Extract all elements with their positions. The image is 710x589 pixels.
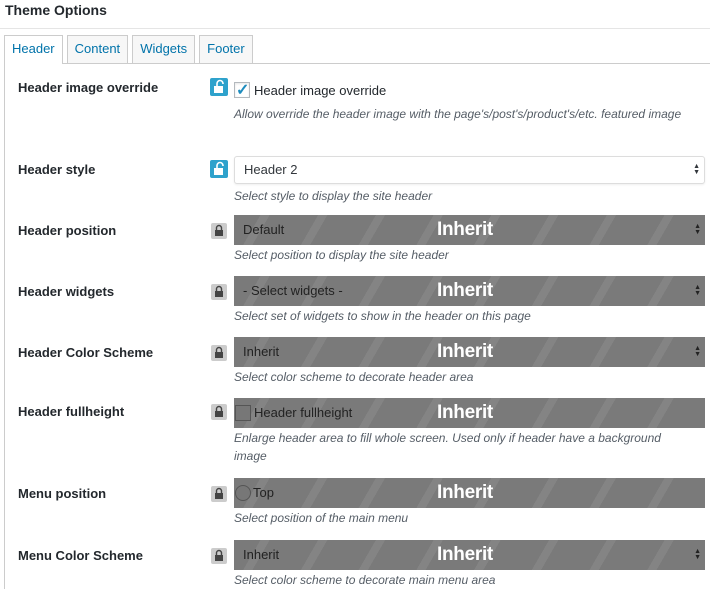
header-widgets-select[interactable]: - Select widgets - Inherit ▲ ▼	[234, 276, 705, 306]
row-header-widgets: Header widgets - Select widgets - Inheri…	[5, 276, 710, 323]
row-header-fullheight: Header fullheight Header fullheight Inhe…	[5, 398, 710, 463]
checkbox-box	[235, 405, 251, 421]
checkmark-icon: ✓	[236, 82, 250, 99]
page-title: Theme Options	[5, 2, 107, 18]
field-label: Menu Color Scheme	[18, 548, 143, 563]
lock-icon[interactable]	[211, 486, 227, 502]
field-label: Header Color Scheme	[18, 345, 154, 360]
lock-icon[interactable]	[211, 223, 227, 239]
header-fullheight-checkbox[interactable]: Header fullheight Inherit	[234, 398, 705, 428]
inherit-overlay-label: Inherit	[437, 544, 493, 565]
header-style-select[interactable]: Header 2 ▲ ▼	[234, 156, 705, 184]
tab-content[interactable]: Content	[66, 35, 129, 63]
header-position-select[interactable]: Default Inherit ▲ ▼	[234, 215, 705, 245]
lock-icon[interactable]	[211, 404, 227, 420]
tab-bar: Header Content Widgets Footer	[4, 35, 257, 64]
radio-label: Top	[253, 485, 274, 500]
header-color-scheme-select[interactable]: Inherit Inherit ▲ ▼	[234, 337, 705, 367]
inherit-overlay-label: Inherit	[437, 280, 493, 301]
checkbox-label: Header fullheight	[254, 405, 353, 420]
select-arrows-icon: ▲ ▼	[694, 284, 701, 297]
select-arrows-icon: ▲ ▼	[694, 548, 701, 561]
inherit-overlay-label: Inherit	[437, 482, 493, 503]
header-tab-panel: Header image override ✓ Header image ove…	[4, 63, 710, 589]
title-divider	[0, 28, 710, 29]
row-header-position: Header position Default Inherit ▲ ▼ Selec…	[5, 215, 710, 262]
row-menu-position: Menu position Top Inherit Select positio…	[5, 478, 710, 525]
tab-footer[interactable]: Footer	[199, 35, 253, 63]
field-description: Enlarge header area to fill whole screen…	[234, 431, 661, 463]
unlock-icon[interactable]	[210, 160, 228, 178]
select-value: - Select widgets -	[243, 283, 343, 298]
select-value: Inherit	[243, 344, 280, 359]
header-image-override-checkbox[interactable]: ✓	[234, 82, 250, 99]
field-description: Select color scheme to decorate header a…	[234, 370, 474, 384]
lock-icon[interactable]	[211, 284, 227, 300]
select-arrows-icon: ▲ ▼	[693, 163, 700, 176]
field-description: Select position of the main menu	[234, 511, 409, 525]
field-label: Header position	[18, 223, 117, 238]
inherit-overlay-label: Inherit	[437, 341, 493, 362]
select-value: Default	[243, 222, 285, 237]
row-menu-color-scheme: Menu Color Scheme Inherit Inherit ▲ ▼ Sel…	[5, 540, 710, 587]
field-description: Select position to display the site head…	[234, 248, 449, 262]
field-description: Allow override the header image with the…	[234, 107, 682, 121]
lock-icon[interactable]	[211, 548, 227, 564]
field-description: Select color scheme to decorate main men…	[234, 573, 496, 587]
inherit-overlay-label: Inherit	[437, 402, 493, 423]
field-description: Select set of widgets to show in the hea…	[234, 309, 531, 323]
select-value: Header 2	[244, 162, 298, 177]
field-label: Header fullheight	[18, 404, 125, 419]
radio-button	[235, 485, 251, 501]
select-arrows-icon: ▲ ▼	[694, 345, 701, 358]
tab-widgets[interactable]: Widgets	[132, 35, 196, 63]
field-label: Header widgets	[18, 284, 115, 299]
unlock-icon[interactable]	[210, 78, 228, 96]
row-header-color-scheme: Header Color Scheme Inherit Inherit ▲ ▼ S…	[5, 337, 710, 384]
checkbox-label: Header image override	[254, 82, 387, 98]
field-description: Select style to display the site header	[234, 189, 433, 203]
field-label: Menu position	[18, 486, 107, 501]
field-label: Header style	[18, 162, 96, 177]
lock-icon[interactable]	[211, 345, 227, 361]
inherit-overlay-label: Inherit	[437, 219, 493, 240]
menu-color-scheme-select[interactable]: Inherit Inherit ▲ ▼	[234, 540, 705, 570]
tab-header[interactable]: Header	[4, 35, 63, 64]
field-label: Header image override	[18, 80, 159, 95]
select-value: Inherit	[243, 547, 280, 562]
select-arrows-icon: ▲ ▼	[694, 223, 701, 236]
menu-position-radio[interactable]: Top Inherit	[234, 478, 705, 508]
